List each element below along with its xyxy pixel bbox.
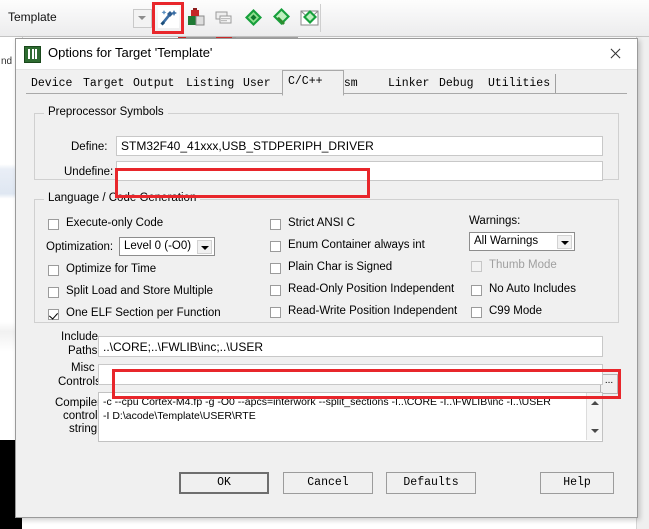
- dialog-titlebar: Options for Target 'Template': [16, 39, 637, 70]
- batch-build-icon[interactable]: [214, 7, 235, 28]
- checkbox-no-auto-includes[interactable]: [471, 285, 482, 296]
- label-read-only-position-independent: Read-Only Position Independent: [288, 283, 455, 295]
- optimization-dropdown[interactable]: Level 0 (-O0): [119, 237, 215, 256]
- checkbox-execute-only-code[interactable]: [48, 219, 59, 230]
- scroll-up-icon[interactable]: [587, 395, 602, 410]
- optimization-value: Level 0 (-O0): [124, 240, 192, 252]
- undefine-input[interactable]: [116, 161, 603, 181]
- toolbar-separator: [320, 4, 321, 32]
- defaults-button[interactable]: Defaults: [386, 472, 476, 494]
- compiler-control-string-line1: -c --cpu Cortex-M4.fp -g -O0 --apcs=inte…: [103, 396, 551, 408]
- ide-target-dropdown-arrow-icon[interactable]: [133, 9, 152, 28]
- include-paths-value: ..\CORE;..\FWLIB\inc;..\USER: [103, 340, 264, 354]
- include-paths-label-line1: Include: [61, 331, 99, 343]
- label-split-load-and-store-multiple: Split Load and Store Multiple: [66, 285, 214, 297]
- tab-utilities[interactable]: Utilities: [483, 74, 556, 93]
- optimization-label: Optimization:: [46, 241, 114, 253]
- label-strict-ansi-c: Strict ANSI C: [288, 217, 356, 229]
- checkbox-enum-container-always-int[interactable]: [270, 241, 281, 252]
- checkbox-one-elf-section-per-function[interactable]: [48, 309, 59, 320]
- help-button[interactable]: Help: [540, 472, 614, 494]
- label-plain-char-is-signed: Plain Char is Signed: [288, 261, 393, 273]
- checkbox-split-load-and-store-multiple[interactable]: [48, 287, 59, 298]
- checkbox-plain-char-is-signed[interactable]: [270, 263, 281, 274]
- chevron-down-icon-warnings[interactable]: [557, 235, 572, 249]
- checkbox-c99-mode[interactable]: [471, 307, 482, 318]
- checkbox-read-only-position-independent[interactable]: [270, 285, 281, 296]
- compiler-control-label-line2: control: [63, 410, 98, 422]
- compiler-control-string-line2: -I D:\acode\Template\USER\RTE: [103, 410, 256, 422]
- preprocessor-group-label: Preprocessor Symbols: [44, 106, 168, 118]
- define-label: Define:: [71, 141, 108, 153]
- close-icon[interactable]: [593, 39, 637, 68]
- compiler-control-scrollbar[interactable]: [586, 393, 602, 440]
- warnings-value: All Warnings: [474, 235, 539, 247]
- annotation-box-target-options: [152, 2, 184, 34]
- tab-c-cpp[interactable]: C/C++: [282, 70, 344, 96]
- misc-controls-input[interactable]: [98, 364, 603, 385]
- chevron-down-icon[interactable]: [197, 240, 212, 254]
- label-c99-mode: C99 Mode: [489, 305, 543, 317]
- manage-project-items-icon[interactable]: [271, 7, 292, 28]
- ide-project-panel-text: nd: [1, 56, 13, 67]
- checkbox-thumb-mode: [471, 261, 482, 272]
- checkbox-read-write-position-independent[interactable]: [270, 307, 281, 318]
- include-paths-input[interactable]: ..\CORE;..\FWLIB\inc;..\USER: [98, 336, 603, 357]
- build-icon[interactable]: [186, 7, 207, 28]
- label-enum-container-always-int: Enum Container always int: [288, 239, 425, 251]
- ide-toolbar: Template: [0, 0, 649, 37]
- label-optimize-for-time: Optimize for Time: [66, 263, 157, 275]
- cancel-button[interactable]: Cancel: [283, 472, 373, 494]
- uvision-logo-icon: [24, 46, 41, 63]
- label-execute-only-code: Execute-only Code: [66, 217, 164, 229]
- scroll-down-icon[interactable]: [587, 423, 602, 438]
- define-input[interactable]: STM32F40_41xxx,USB_STDPERIPH_DRIVER: [116, 136, 603, 156]
- misc-controls-label-line2: Controls: [58, 376, 101, 388]
- compiler-control-label-line1: Compiler: [55, 397, 102, 409]
- options-for-target-dialog: Options for Target 'Template' Device Tar…: [15, 38, 638, 518]
- dialog-title: Options for Target 'Template': [48, 45, 213, 60]
- warnings-label: Warnings:: [469, 215, 521, 227]
- compiler-control-label-line3: string: [69, 423, 98, 435]
- tab-strip: Device Target Output Listing User C/C++ …: [16, 70, 637, 96]
- label-one-elf-section-per-function: One ELF Section per Function: [66, 307, 221, 319]
- ok-button[interactable]: OK: [179, 472, 269, 494]
- compiler-control-string-textarea[interactable]: -c --cpu Cortex-M4.fp -g -O0 --apcs=inte…: [98, 392, 603, 442]
- checkbox-strict-ansi-c[interactable]: [270, 219, 281, 230]
- warnings-dropdown[interactable]: All Warnings: [469, 232, 575, 251]
- label-thumb-mode: Thumb Mode: [489, 259, 557, 271]
- label-no-auto-includes: No Auto Includes: [489, 283, 576, 295]
- pack-installer-icon[interactable]: [299, 7, 320, 28]
- define-value: STM32F40_41xxx,USB_STDPERIPH_DRIVER: [121, 139, 374, 153]
- ide-target-selector-label: Template: [8, 10, 57, 24]
- manage-components-icon[interactable]: [243, 7, 264, 28]
- include-paths-label-line2: Paths: [68, 345, 98, 357]
- checkbox-optimize-for-time[interactable]: [48, 265, 59, 276]
- misc-controls-label-line1: Misc: [71, 362, 95, 374]
- language-group-label: Language / Code Generation: [44, 192, 201, 204]
- undefine-label: Undefine:: [64, 166, 114, 178]
- label-read-write-position-independent: Read-Write Position Independent: [288, 305, 458, 317]
